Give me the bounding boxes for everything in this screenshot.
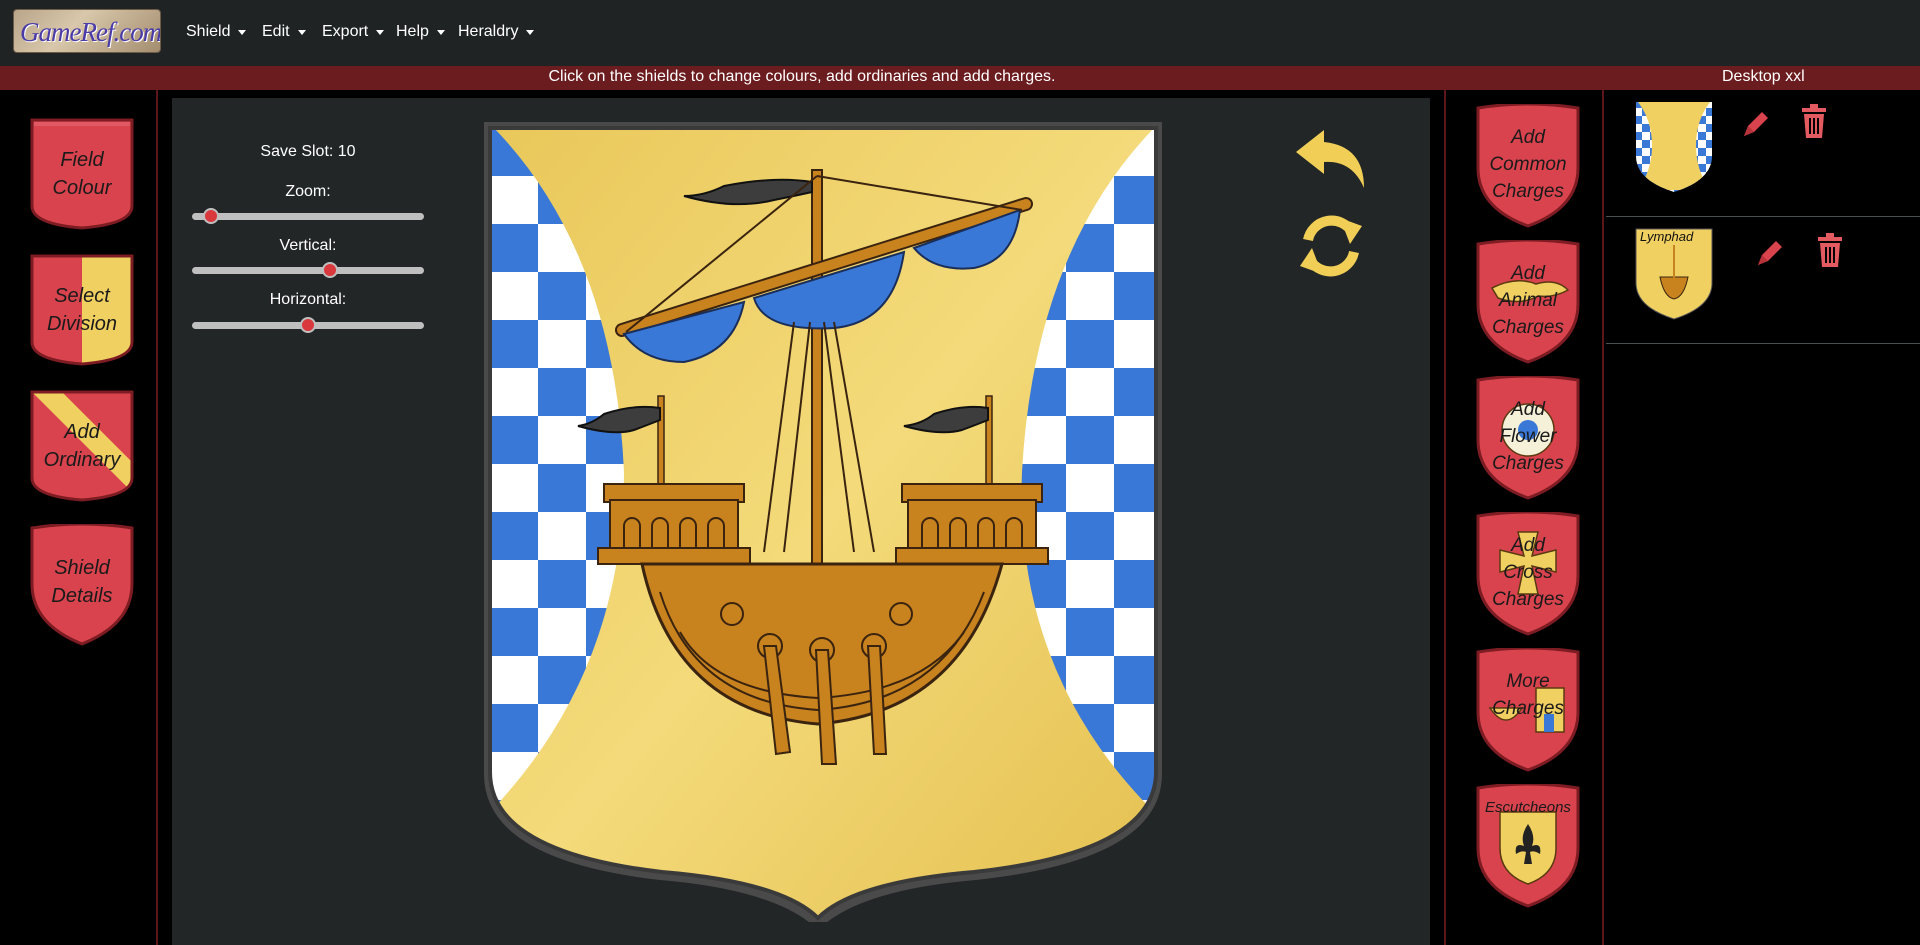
add-animal-charges-button[interactable]: Add Animal Charges — [1476, 240, 1580, 366]
instruction-banner: Click on the shields to change colours, … — [0, 66, 1920, 90]
main-shield[interactable] — [474, 112, 1172, 922]
shield-details-button[interactable]: Shield Details — [28, 524, 136, 650]
add-flower-charges-button[interactable]: Add Flower Charges — [1476, 376, 1580, 502]
shield-details-label: Shield Details — [51, 557, 113, 607]
add-ordinary-button[interactable]: Add Ordinary — [28, 388, 136, 514]
menu-help[interactable]: Help — [396, 20, 445, 44]
banner-message: Click on the shields to change colours, … — [548, 68, 1056, 85]
field-colour-button[interactable]: Field Colour — [28, 116, 136, 242]
site-logo[interactable]: GameRef.com — [13, 9, 161, 53]
horizontal-slider-thumb[interactable] — [300, 317, 316, 333]
menu-edit[interactable]: Edit — [262, 20, 306, 44]
add-animal-charges-label: Add Animal Charges — [1492, 263, 1564, 338]
vertical-label: Vertical: — [279, 237, 337, 254]
add-cross-charges-label: Add Cross Charges — [1492, 535, 1564, 610]
layer-item-field[interactable] — [1606, 90, 1920, 217]
menu-shield[interactable]: Shield — [186, 20, 247, 44]
pencil-icon[interactable] — [1754, 237, 1786, 269]
save-slot-label: Save Slot: 10 — [260, 143, 356, 160]
trash-icon[interactable] — [1800, 104, 1828, 138]
trash-icon[interactable] — [1816, 233, 1844, 267]
escutcheons-button[interactable]: Escutcheons — [1476, 784, 1580, 910]
add-cross-charges-button[interactable]: Add Cross Charges — [1476, 512, 1580, 638]
layer-item-lymphad[interactable]: Lymphad — [1606, 217, 1920, 344]
horizontal-slider[interactable] — [192, 317, 424, 333]
field-colour-label: Field Colour — [52, 149, 112, 199]
zoom-label: Zoom: — [285, 183, 331, 200]
caret-down-icon — [526, 30, 535, 35]
layer-name: Lymphad — [1640, 229, 1694, 244]
escutcheons-label: Escutcheons — [1485, 799, 1571, 816]
select-division-label: Select Division — [46, 285, 118, 335]
left-tool-column: Field Colour Select Division Add Ordinary S… — [0, 90, 158, 945]
more-charges-button[interactable]: More Charges — [1476, 648, 1580, 774]
zoom-slider-thumb[interactable] — [202, 208, 219, 224]
menu-export[interactable]: Export — [322, 20, 385, 44]
caret-down-icon — [376, 30, 385, 35]
add-common-charges-button[interactable]: Add Common Charges — [1476, 104, 1580, 230]
caret-down-icon — [436, 30, 445, 35]
layers-panel: Lymphad — [1606, 90, 1920, 945]
refresh-icon[interactable] — [1296, 210, 1366, 282]
top-navbar: GameRef.com Shield Edit Export Help Hera… — [0, 0, 1920, 66]
add-ordinary-label: Add Ordinary — [43, 421, 121, 471]
undo-arrow-icon[interactable] — [1294, 128, 1368, 190]
select-division-button[interactable]: Select Division — [28, 252, 136, 378]
logo-text: GameRef.com — [20, 17, 161, 47]
pencil-icon[interactable] — [1740, 108, 1772, 140]
caret-down-icon — [297, 30, 306, 35]
vertical-slider-thumb[interactable] — [321, 262, 338, 278]
charges-column: Add Common Charges Add Animal Charges Add Flo… — [1444, 90, 1604, 945]
add-common-charges-label: Add Common Charges — [1489, 127, 1567, 202]
zoom-slider[interactable] — [192, 208, 424, 224]
menu-heraldry[interactable]: Heraldry — [458, 20, 535, 44]
vertical-slider[interactable] — [192, 262, 424, 278]
field-layer-thumbnail — [1636, 102, 1712, 192]
more-charges-label: More Charges — [1492, 671, 1564, 719]
add-flower-charges-label: Add Flower Charges — [1492, 399, 1564, 474]
caret-down-icon — [238, 30, 247, 35]
screen-size-label: Desktop xxl — [1722, 68, 1805, 85]
horizontal-label: Horizontal: — [269, 291, 347, 308]
